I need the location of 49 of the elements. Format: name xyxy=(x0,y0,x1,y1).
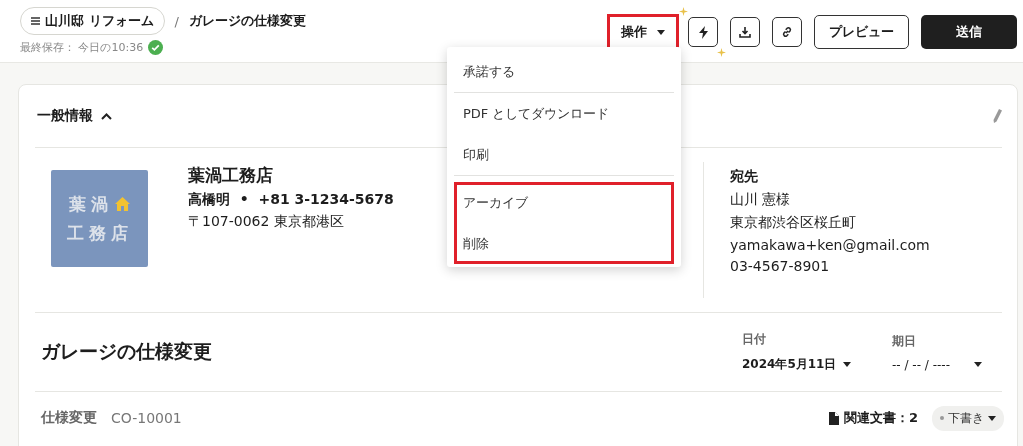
page-title: ガレージの仕様変更 xyxy=(188,12,306,30)
caret-icon xyxy=(974,362,982,367)
due-date-label: 期日 xyxy=(892,332,917,350)
date-label: 日付 xyxy=(742,331,767,348)
section-toggle[interactable]: 一般情報 xyxy=(37,107,112,125)
breadcrumb-separator: / xyxy=(174,13,179,29)
logo-text: 葉渦 xyxy=(69,192,113,216)
document-type: 仕様変更 xyxy=(41,409,97,427)
last-saved-text: 最終保存： 今日の10:36 xyxy=(20,40,144,55)
status-dropdown[interactable]: 下書き xyxy=(932,405,1004,431)
recipient-name: 山川 憲様 xyxy=(730,191,792,209)
due-date-dropdown[interactable]: -- / -- / ---- xyxy=(892,357,1002,372)
menu-item[interactable]: 削除 xyxy=(454,223,674,264)
menu-item[interactable]: 印刷 xyxy=(454,134,674,175)
caret-icon xyxy=(657,29,665,35)
date-dropdown[interactable]: 2024年5月11日 xyxy=(742,356,892,373)
recipient-email: yamakawa+ken@gmail.com xyxy=(730,237,931,253)
chevron-icon xyxy=(101,112,112,120)
logo-text: 工務店 xyxy=(66,221,133,245)
caret-icon xyxy=(843,362,852,367)
sparkle-icon xyxy=(717,48,726,57)
recipient-phone: 03-4567-8901 xyxy=(730,258,831,274)
project-breadcrumb[interactable]: 山川邸 リフォーム xyxy=(20,7,165,35)
house-icon xyxy=(115,197,130,211)
menu-item[interactable]: アーカイブ xyxy=(454,182,674,223)
contact-line: 高橋明 • +81 3-1234-5678 xyxy=(188,191,394,209)
related-documents-count[interactable]: 関連文書：2 xyxy=(843,409,918,427)
company-name: 葉渦工務店 xyxy=(188,164,274,187)
document-number: CO-10001 xyxy=(111,410,182,426)
download-icon xyxy=(739,26,751,38)
download-button[interactable] xyxy=(730,17,760,47)
caret-icon xyxy=(988,415,996,421)
link-icon xyxy=(781,26,793,38)
sparkle-icon xyxy=(679,7,688,16)
lightning-icon-button[interactable] xyxy=(688,17,718,47)
preview-button[interactable]: プレビュー xyxy=(814,15,909,49)
pencil-icon[interactable] xyxy=(992,108,1002,124)
menu-icon xyxy=(31,17,40,25)
document-title: ガレージの仕様変更 xyxy=(41,339,213,364)
recipient-heading: 宛先 xyxy=(730,168,759,186)
lightning-icon xyxy=(698,25,708,39)
link-button[interactable] xyxy=(772,17,802,47)
actions-button[interactable]: 操作 xyxy=(610,17,676,47)
menu-item[interactable]: 承諾する xyxy=(454,51,674,92)
recipient-address: 東京都渋谷区桜丘町 xyxy=(730,214,857,232)
send-button[interactable]: 送信 xyxy=(921,15,1017,49)
document-icon xyxy=(828,411,839,425)
menu-item[interactable]: PDF としてダウンロード xyxy=(454,93,674,134)
company-address: 〒107-0062 東京都港区 xyxy=(188,213,345,231)
